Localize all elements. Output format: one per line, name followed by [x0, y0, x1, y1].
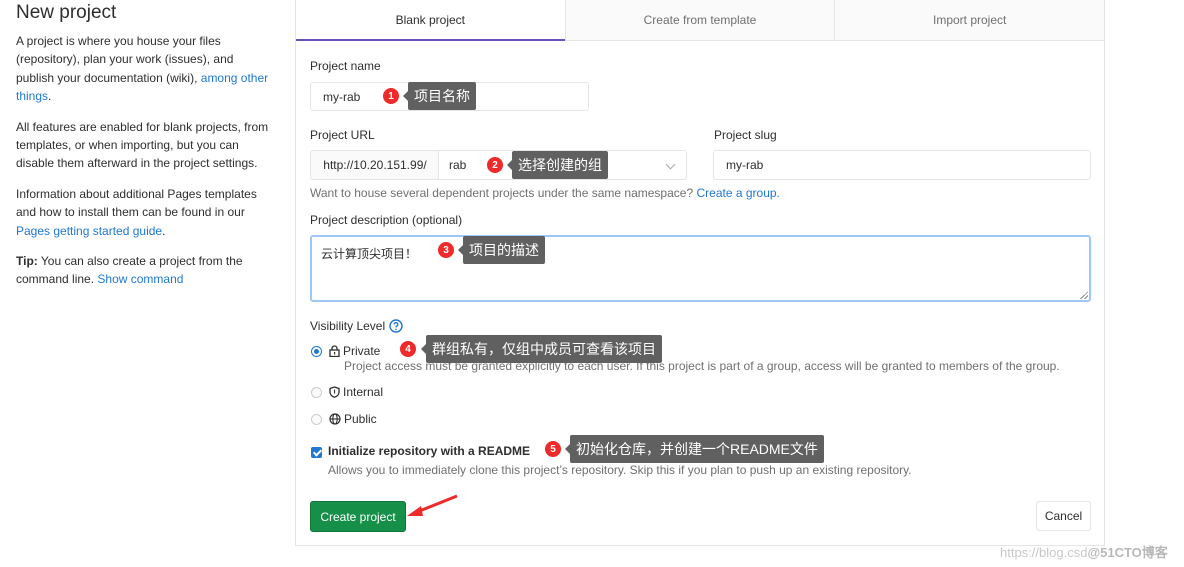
page-title: New project: [16, 2, 117, 23]
visibility-private-radio[interactable]: [311, 346, 322, 357]
private-label: Private: [343, 344, 381, 358]
annotation-badge-1: 1: [383, 88, 399, 104]
namespace-help-text: Want to house several dependent projects…: [310, 186, 694, 200]
tab-import-project[interactable]: Import project: [834, 0, 1105, 40]
pages-guide-link[interactable]: Pages getting started guide: [16, 224, 162, 238]
cancel-button[interactable]: Cancel: [1036, 501, 1091, 531]
globe-icon: [329, 413, 341, 425]
create-group-link[interactable]: Create a group.: [696, 186, 779, 200]
annotation-arrow-icon: [407, 494, 458, 516]
lock-icon: [329, 345, 340, 357]
annotation-note-1: 项目名称: [403, 82, 476, 110]
pages-text: Information about additional Pages templ…: [16, 186, 257, 220]
chevron-down-icon: [665, 159, 676, 170]
sidebar-info: New project A project is where you house…: [16, 0, 272, 289]
tip-label: Tip:: [16, 254, 38, 269]
visibility-internal-radio[interactable]: [311, 387, 322, 398]
tab-create-from-template[interactable]: Create from template: [564, 0, 835, 40]
tab-blank-project[interactable]: Blank project: [296, 0, 565, 41]
annotation-badge-2: 2: [487, 157, 503, 173]
readme-label[interactable]: Initialize repository with a README: [328, 444, 530, 458]
description-label: Project description (optional): [310, 213, 463, 227]
intro-paragraph: A project is where you house your files …: [16, 34, 269, 104]
project-slug-value: my-rab: [726, 158, 764, 172]
namespace-help: Want to house several dependent projects…: [310, 186, 780, 200]
namespace-value: rab: [449, 158, 467, 172]
features-paragraph: All features are enabled for blank proje…: [16, 119, 269, 171]
tip-paragraph: Tip: You can also create a project from …: [16, 252, 272, 289]
watermark: https://blog.csd@51CTO博客: [1000, 542, 1168, 561]
project-name-label: Project name: [310, 59, 381, 73]
shield-icon: [329, 386, 340, 398]
show-command-link[interactable]: Show command: [97, 272, 183, 286]
readme-help: Allows you to immediately clone this pro…: [328, 463, 912, 477]
description-textarea[interactable]: 云计算顶尖项目！: [310, 235, 1091, 302]
new-project-panel: Blank project Create from template Impor…: [295, 0, 1105, 546]
annotation-badge-3: 3: [438, 242, 454, 258]
pages-paragraph: Information about additional Pages templ…: [16, 186, 257, 238]
internal-label: Internal: [343, 385, 384, 399]
description-value: 云计算顶尖项目！: [321, 247, 418, 261]
visibility-label-text: Visibility Level: [310, 319, 386, 333]
annotation-note-5: 初始化仓库，并创建一个README文件: [565, 435, 824, 463]
project-url-prefix: http://10.20.151.99/: [310, 150, 439, 180]
help-question-icon[interactable]: [389, 319, 403, 333]
project-name-value: my-rab: [323, 89, 361, 104]
visibility-public-option[interactable]: Public: [329, 412, 377, 426]
visibility-internal-option[interactable]: Internal: [329, 385, 383, 399]
public-label: Public: [344, 412, 377, 426]
project-url-label: Project URL: [310, 128, 375, 142]
project-tabs: Blank project Create from template Impor…: [296, 0, 1105, 41]
create-project-button[interactable]: Create project: [310, 501, 406, 532]
visibility-public-radio[interactable]: [311, 414, 322, 425]
project-slug-label: Project slug: [714, 128, 777, 142]
resize-handle-icon[interactable]: [1080, 291, 1088, 299]
annotation-badge-5: 5: [545, 441, 561, 457]
visibility-private-option[interactable]: Private: [329, 344, 380, 358]
readme-checkbox[interactable]: [311, 447, 322, 458]
annotation-note-4: 群组私有，仅组中成员可查看该项目: [421, 335, 662, 363]
annotation-badge-4: 4: [400, 341, 416, 357]
annotation-note-2: 选择创建的组: [507, 151, 608, 179]
project-slug-input[interactable]: my-rab: [713, 150, 1091, 180]
visibility-label: Visibility Level: [310, 319, 403, 333]
watermark-url: https://blog.csd: [1000, 545, 1088, 560]
annotation-note-3: 项目的描述: [458, 236, 545, 264]
watermark-brand: @51CTO博客: [1087, 545, 1168, 560]
